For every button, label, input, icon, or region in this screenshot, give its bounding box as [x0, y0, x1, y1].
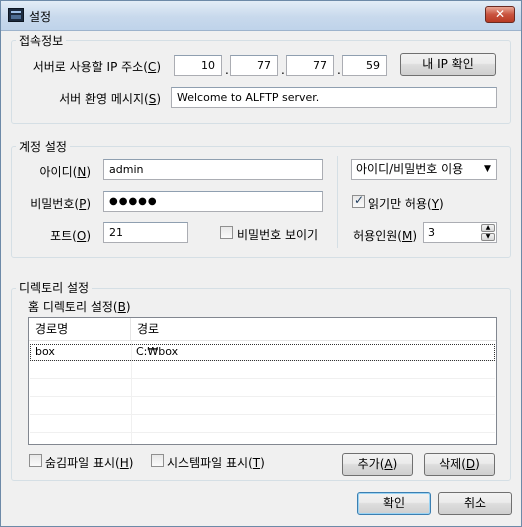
password-label: 비밀번호(P)	[30, 197, 91, 211]
show-system-files-label: 시스템파일 표시(T)	[167, 456, 265, 470]
ip-octet-1[interactable]: 10	[174, 55, 222, 76]
title-bar[interactable]: 설정 ✕	[1, 1, 521, 31]
show-password-checkbox[interactable]	[220, 226, 233, 239]
id-label: 아이디(N)	[39, 165, 91, 179]
show-hidden-files-checkbox[interactable]	[29, 454, 42, 467]
account-divider	[337, 156, 338, 248]
app-icon	[8, 8, 24, 22]
read-only-checkbox[interactable]	[352, 193, 365, 208]
settings-dialog: 설정 ✕ 접속정보 서버로 사용할 IP 주소(C) 10 . 77 . 77 …	[0, 0, 522, 527]
directory-list[interactable]: 경로명 경로 box C:₩box	[28, 317, 497, 445]
table-row[interactable]: box C:₩box	[30, 344, 495, 361]
ok-button[interactable]: 확인	[357, 492, 431, 515]
check-my-ip-button[interactable]: 내 IP 확인	[400, 53, 496, 76]
directory-group-label: 디렉토리 설정	[16, 279, 93, 296]
ip-separator: .	[225, 63, 229, 77]
ip-octet-4[interactable]: 59	[342, 55, 387, 76]
auth-mode-select[interactable]: 아이디/비밀번호 이용 ▼	[351, 159, 497, 180]
ip-separator: .	[337, 63, 341, 77]
ip-octet-3[interactable]: 77	[286, 55, 334, 76]
table-row	[30, 362, 495, 379]
read-only-label: 읽기만 허용(Y)	[368, 197, 444, 211]
close-button[interactable]: ✕	[485, 6, 515, 23]
home-directory-label: 홈 디렉토리 설정(B)	[28, 300, 131, 314]
id-input[interactable]: admin	[103, 159, 323, 180]
max-users-spinner[interactable]: 3 ▲ ▼	[423, 222, 497, 243]
column-header-name[interactable]: 경로명	[29, 318, 131, 341]
close-icon: ✕	[494, 7, 506, 21]
password-input[interactable]: ●●●●●	[103, 191, 323, 212]
window-title: 설정	[29, 10, 52, 24]
port-label: 포트(O)	[50, 229, 91, 243]
welcome-message-label: 서버 환영 메시지(S)	[59, 92, 161, 106]
cancel-button[interactable]: 취소	[438, 492, 512, 515]
column-header-path[interactable]: 경로	[131, 318, 496, 341]
show-hidden-files-label: 숨김파일 표시(H)	[45, 456, 134, 470]
connection-group-label: 접속정보	[16, 32, 67, 49]
table-row	[30, 416, 495, 433]
ip-separator: .	[281, 63, 285, 77]
row-name-cell: box	[35, 345, 55, 358]
welcome-message-input[interactable]: Welcome to ALFTP server.	[171, 87, 497, 108]
list-header: 경로명 경로	[29, 318, 496, 341]
delete-directory-button[interactable]: 삭제(D)	[424, 453, 495, 476]
add-directory-button[interactable]: 추가(A)	[342, 453, 413, 476]
server-ip-label: 서버로 사용할 IP 주소(C)	[32, 60, 161, 74]
chevron-down-icon: ▼	[484, 164, 491, 174]
auth-mode-value: 아이디/비밀번호 이용	[356, 162, 464, 176]
table-row	[30, 380, 495, 397]
show-password-label: 비밀번호 보이기	[237, 228, 319, 242]
max-users-value: 3	[428, 226, 435, 239]
spin-down-icon[interactable]: ▼	[481, 233, 495, 241]
spinner-arrows[interactable]: ▲ ▼	[481, 224, 495, 241]
show-system-files-checkbox[interactable]	[151, 454, 164, 467]
max-users-label: 허용인원(M)	[353, 229, 417, 243]
table-row	[30, 398, 495, 415]
account-group-label: 계정 설정	[16, 138, 70, 155]
port-input[interactable]: 21	[103, 222, 188, 243]
spin-up-icon[interactable]: ▲	[481, 224, 495, 232]
ip-octet-2[interactable]: 77	[230, 55, 278, 76]
row-path-cell: C:₩box	[136, 345, 179, 358]
